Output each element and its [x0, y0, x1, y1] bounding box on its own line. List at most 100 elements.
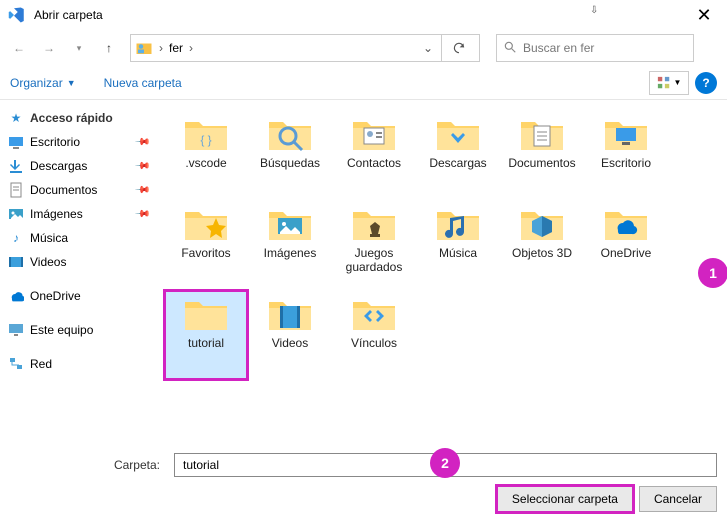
folder-juegos-guardados[interactable]: Juegos guardados: [332, 200, 416, 290]
help-button[interactable]: ?: [695, 72, 717, 94]
folder-escritorio[interactable]: Escritorio: [584, 110, 668, 200]
folder-label: tutorial: [188, 336, 224, 350]
new-folder-button[interactable]: Nueva carpeta: [104, 76, 182, 90]
folder-icon: [602, 114, 650, 154]
sidebar-this-pc[interactable]: Este equipo: [0, 318, 158, 342]
folder-icon: [266, 204, 314, 244]
folder-icon: [518, 114, 566, 154]
sidebar-item-imagenes[interactable]: Imágenes 📌: [0, 202, 158, 226]
folder-label: Videos: [272, 336, 308, 350]
pin-icon: 📌: [133, 182, 150, 199]
close-button[interactable]: ✕: [689, 5, 719, 26]
sidebar-item-videos[interactable]: Videos: [0, 250, 158, 274]
folder-view[interactable]: { } .vscode Búsquedas Contactos Descargas Doc…: [158, 100, 727, 450]
cancel-button[interactable]: Cancelar: [639, 486, 717, 512]
refresh-button[interactable]: [441, 34, 475, 62]
sidebar-item-descargas[interactable]: Descargas 📌: [0, 154, 158, 178]
folder-icon: [434, 204, 482, 244]
sidebar-item-musica[interactable]: ♪ Música: [0, 226, 158, 250]
folder-objetos-3d[interactable]: Objetos 3D: [500, 200, 584, 290]
music-icon: ♪: [8, 230, 24, 246]
onedrive-icon: [8, 288, 24, 304]
folder-label: Vínculos: [351, 336, 397, 350]
folder-icon: { }: [182, 114, 230, 154]
svg-text:{ }: { }: [200, 133, 211, 147]
address-bar[interactable]: › fer › ⌄: [130, 34, 480, 62]
folder--vscode[interactable]: { } .vscode: [164, 110, 248, 200]
annotation-1: 1: [698, 258, 727, 288]
folder-icon: [182, 294, 230, 334]
pictures-icon: [8, 206, 24, 222]
search-icon: [503, 40, 517, 57]
sidebar-network[interactable]: Red: [0, 352, 158, 376]
folder-icon: [350, 114, 398, 154]
folder-label: Favoritos: [181, 246, 230, 260]
sidebar-item-escritorio[interactable]: Escritorio 📌: [0, 130, 158, 154]
folder-icon: [350, 294, 398, 334]
folder-icon: [266, 294, 314, 334]
desktop-icon: [8, 134, 24, 150]
view-options-button[interactable]: ▼: [649, 71, 689, 95]
breadcrumb-segment[interactable]: fer: [169, 41, 183, 55]
pin-icon: 📌: [133, 158, 150, 175]
folder-icon: [182, 204, 230, 244]
search-input[interactable]: Buscar en fer: [496, 34, 694, 62]
network-icon: [8, 356, 24, 372]
videos-icon: [8, 254, 24, 270]
recent-dropdown[interactable]: ▾: [66, 35, 92, 61]
folder-documentos[interactable]: Documentos: [500, 110, 584, 200]
annotation-2: 2: [430, 448, 460, 478]
folder-im-genes[interactable]: Imágenes: [248, 200, 332, 290]
pin-icon: 📌: [133, 206, 150, 223]
sidebar: ★ Acceso rápido Escritorio 📌 Descargas 📌…: [0, 100, 158, 450]
folder-label: Objetos 3D: [512, 246, 572, 260]
folder-icon: [602, 204, 650, 244]
vscode-icon: [8, 6, 26, 24]
up-button[interactable]: ↑: [96, 35, 122, 61]
folder-icon: [266, 114, 314, 154]
folder-label: Búsquedas: [260, 156, 320, 170]
folder-icon: [350, 204, 398, 244]
folder-favoritos[interactable]: Favoritos: [164, 200, 248, 290]
folder-label: Contactos: [347, 156, 401, 170]
folder-label: Música: [439, 246, 477, 260]
folder-v-nculos[interactable]: Vínculos: [332, 290, 416, 380]
organize-menu[interactable]: Organizar ▼: [10, 76, 76, 90]
folder-label: Imágenes: [264, 246, 317, 260]
back-button[interactable]: ←: [6, 35, 32, 61]
chevron-down-icon: ▼: [674, 78, 682, 87]
select-folder-button[interactable]: Seleccionar carpeta: [497, 486, 633, 512]
toolbar: Organizar ▼ Nueva carpeta ▼ ?: [0, 66, 727, 100]
folder-field-label: Carpeta:: [10, 458, 166, 472]
folder-label: Descargas: [429, 156, 486, 170]
folder-icon: [518, 204, 566, 244]
pin-icon: 📌: [133, 134, 150, 151]
folder-label: OneDrive: [601, 246, 652, 260]
folder-b-squedas[interactable]: Búsquedas: [248, 110, 332, 200]
folder-label: Juegos guardados: [332, 246, 416, 274]
footer: Carpeta: 2 Seleccionar carpeta Cancelar: [0, 444, 727, 518]
downloads-icon: [8, 158, 24, 174]
forward-button[interactable]: →: [36, 35, 62, 61]
chevron-right-icon: ›: [157, 41, 165, 55]
chevron-right-icon: ›: [187, 41, 195, 55]
title-bar: Abrir carpeta ⇩ ✕: [0, 0, 727, 30]
dropdown-indicator-icon: ⇩: [590, 5, 598, 16]
sidebar-onedrive[interactable]: OneDrive: [0, 284, 158, 308]
folder-m-sica[interactable]: Música: [416, 200, 500, 290]
nav-bar: ← → ▾ ↑ › fer › ⌄ Buscar en fer: [0, 30, 727, 66]
folder-icon: [434, 114, 482, 154]
chevron-down-icon: ▼: [67, 78, 76, 88]
sidebar-quick-access[interactable]: ★ Acceso rápido: [0, 106, 158, 130]
folder-onedrive[interactable]: OneDrive: [584, 200, 668, 290]
folder-label: .vscode: [185, 156, 226, 170]
folder-tutorial[interactable]: tutorial: [164, 290, 248, 380]
quick-access-icon: ★: [8, 110, 24, 126]
user-folder-icon: [135, 39, 153, 57]
folder-contactos[interactable]: Contactos: [332, 110, 416, 200]
address-dropdown[interactable]: ⌄: [423, 41, 433, 55]
sidebar-item-documentos[interactable]: Documentos 📌: [0, 178, 158, 202]
folder-descargas[interactable]: Descargas: [416, 110, 500, 200]
folder-videos[interactable]: Videos: [248, 290, 332, 380]
documents-icon: [8, 182, 24, 198]
